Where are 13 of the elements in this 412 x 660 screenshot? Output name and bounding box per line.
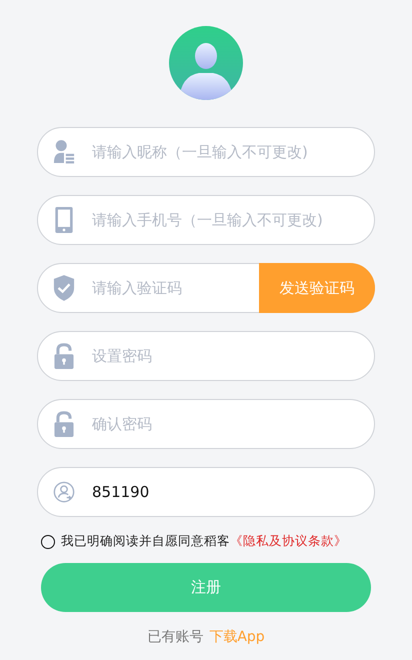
account-text: 已有账号 [147, 629, 204, 645]
input-field[interactable]: 请输入昵称（一旦输入不可更改) [37, 127, 375, 177]
avatar-icon [169, 26, 243, 100]
download-link[interactable]: 下载App [209, 629, 265, 645]
send-code-button[interactable]: 发送验证码 [259, 263, 375, 313]
input-field[interactable]: 请输入手机号（一旦输入不可更改) [37, 195, 375, 245]
register-button[interactable]: 注册 [41, 563, 371, 612]
agree-radio[interactable] [41, 534, 55, 548]
input-field[interactable]: 设置密码 [37, 331, 375, 381]
input-field[interactable]: 确认密码 [37, 399, 375, 449]
terms-link[interactable]: 《隐私及协议条款》 [230, 533, 347, 550]
agreement-text: 我已明确阅读并自愿同意稻客 [61, 533, 230, 550]
input-field[interactable]: 851190 [37, 467, 375, 517]
